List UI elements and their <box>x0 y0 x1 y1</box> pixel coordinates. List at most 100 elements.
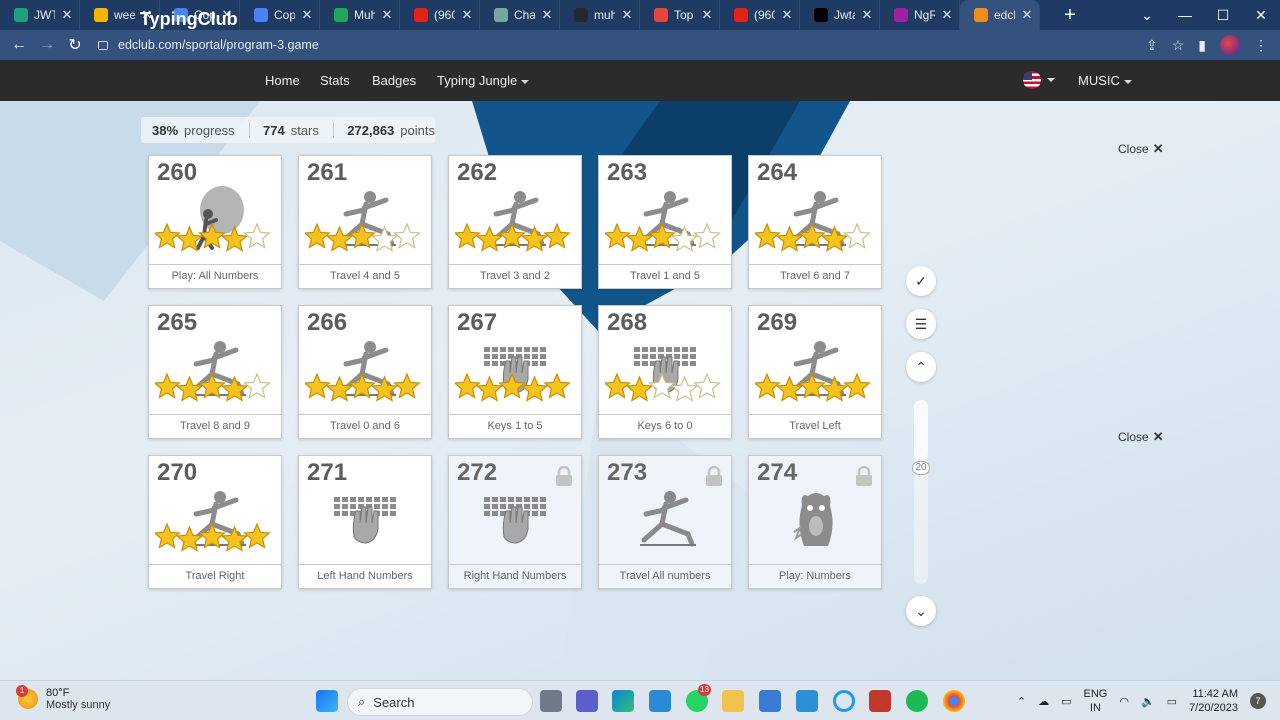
close-window-icon[interactable]: ✕ <box>1242 7 1280 24</box>
sidepanel-icon[interactable]: ▮ <box>1198 37 1206 54</box>
lesson-title: Left Hand Numbers <box>299 564 431 588</box>
scroll-down-button[interactable]: ⌄ <box>906 596 936 626</box>
nav-badges[interactable]: Badges <box>372 73 416 88</box>
music-menu[interactable]: MUSIC <box>1078 73 1132 88</box>
vscode-icon[interactable] <box>649 690 671 712</box>
close-button-top[interactable]: Close ✕ <box>1118 141 1164 157</box>
browser-tab[interactable]: Copy ✕ <box>240 0 320 30</box>
chrome-icon[interactable] <box>943 690 965 712</box>
notification-badge[interactable]: 7 <box>1250 693 1266 709</box>
check-circle-button[interactable]: ✓ <box>906 266 936 296</box>
spotify-icon[interactable] <box>906 690 928 712</box>
empty-star-icon <box>670 375 699 402</box>
forward-icon[interactable]: → <box>34 36 60 54</box>
language-indicator[interactable]: ENG IN <box>1084 687 1108 715</box>
volume-icon[interactable]: 🔈 <box>1141 695 1155 708</box>
lesson-card[interactable]: 270 Travel Right <box>148 455 282 589</box>
tab-close-icon[interactable]: ✕ <box>61 7 73 23</box>
browser-tab[interactable]: NgRx ✕ <box>880 0 960 30</box>
lesson-card[interactable]: 262 Travel 3 and 2 <box>448 155 582 289</box>
reload-icon[interactable]: ↻ <box>62 35 88 55</box>
star-rating <box>455 223 571 252</box>
brand-logo[interactable]: TypingClub <box>140 9 238 30</box>
app-l-icon[interactable] <box>796 690 818 712</box>
bookmark-star-icon[interactable]: ☆ <box>1172 37 1185 54</box>
share-icon[interactable]: ⇪ <box>1146 37 1158 54</box>
maximize-icon[interactable]: ☐ <box>1204 7 1242 24</box>
browser-tab[interactable]: muha ✕ <box>560 0 640 30</box>
store-icon[interactable] <box>759 690 781 712</box>
tab-close-icon[interactable]: ✕ <box>1021 7 1033 23</box>
tab-close-icon[interactable]: ✕ <box>301 7 313 23</box>
back-icon[interactable]: ← <box>6 36 32 54</box>
lesson-card[interactable]: 263 Travel 1 and 5 <box>598 155 732 289</box>
tab-close-icon[interactable]: ✕ <box>461 7 473 23</box>
lesson-card[interactable]: 260 Play: All Numbers <box>148 155 282 289</box>
lesson-card[interactable]: 271 Left Hand Numbers <box>298 455 432 589</box>
nav-stats[interactable]: Stats <box>320 73 350 88</box>
cloud-icon[interactable]: ☁ <box>1038 695 1049 708</box>
browser-tab[interactable]: Jwtap ✕ <box>800 0 880 30</box>
app-red-icon[interactable] <box>869 690 891 712</box>
lesson-title: Play: Numbers <box>749 564 881 588</box>
browser-tab[interactable]: edclul ✕ <box>960 0 1040 30</box>
windows-start-icon[interactable] <box>316 690 338 712</box>
lesson-card[interactable]: 264 Travel 6 and 7 <box>748 155 882 289</box>
tab-close-icon[interactable]: ✕ <box>621 7 633 23</box>
points-count: 272,863 <box>347 122 395 138</box>
lesson-card[interactable]: 265 Travel 8 and 9 <box>148 305 282 439</box>
new-tab-icon[interactable]: + <box>1058 4 1082 27</box>
tab-close-icon[interactable]: ✕ <box>701 7 713 23</box>
filled-star-icon <box>820 225 849 252</box>
taskbar-search[interactable]: ⌕ Search <box>347 688 533 716</box>
scroll-thumb[interactable] <box>914 400 928 460</box>
tab-close-icon[interactable]: ✕ <box>781 7 793 23</box>
clock[interactable]: 11:42 AM 7/20/2023 <box>1189 687 1238 715</box>
browser-tab[interactable]: Top A ✕ <box>640 0 720 30</box>
display-icon[interactable]: ▭ <box>1061 695 1071 708</box>
browser-tab[interactable]: JWT D ✕ <box>0 0 80 30</box>
nav-home[interactable]: Home <box>265 73 300 88</box>
filled-star-icon <box>455 223 481 249</box>
scroll-up-button[interactable]: ⌃ <box>906 352 936 382</box>
lesson-card[interactable]: 273 Travel All numbers <box>598 455 732 589</box>
search-label: Search <box>373 694 415 710</box>
url-field[interactable]: edclub.com/sportal/program-3.game <box>92 32 1192 58</box>
tab-close-icon[interactable]: ✕ <box>381 7 393 23</box>
profile-avatar[interactable] <box>1220 35 1240 55</box>
teams-icon[interactable] <box>576 690 598 712</box>
chevron-down-icon[interactable] <box>1047 78 1055 82</box>
star-rating <box>305 223 421 252</box>
weather-widget[interactable]: 1 80°F Mostly sunny <box>16 685 110 711</box>
minimize-icon[interactable]: — <box>1166 7 1204 23</box>
tab-close-icon[interactable]: ✕ <box>861 7 873 23</box>
lesson-card[interactable]: 267 Keys 1 to 5 <box>448 305 582 439</box>
file-explorer-icon[interactable] <box>722 690 744 712</box>
tab-close-icon[interactable]: ✕ <box>941 7 953 23</box>
cortana-icon[interactable] <box>833 690 855 712</box>
edge-icon[interactable] <box>612 690 634 712</box>
close-button-middle[interactable]: Close ✕ <box>1118 429 1164 445</box>
browser-tab[interactable]: (960) ✕ <box>720 0 800 30</box>
browser-tab[interactable]: (960) ✕ <box>400 0 480 30</box>
us-flag-icon[interactable] <box>1023 71 1041 89</box>
menu-button[interactable]: ☰ <box>906 309 936 339</box>
lesson-card[interactable]: 272 Right Hand Numbers <box>448 455 582 589</box>
wifi-icon[interactable]: ◠ <box>1119 695 1129 708</box>
browser-tab[interactable]: ChatG ✕ <box>480 0 560 30</box>
menu-dots-icon[interactable]: ⋮ <box>1254 37 1268 54</box>
chevron-up-icon[interactable]: ⌃ <box>1017 695 1026 708</box>
lesson-card[interactable]: 268 Keys 6 to 0 <box>598 305 732 439</box>
lesson-card[interactable]: 269 Travel Left <box>748 305 882 439</box>
windows-taskbar: 1 80°F Mostly sunny ⌕ Search 13 ⌃ ☁ ▭ EN… <box>0 680 1280 720</box>
lesson-card[interactable]: 274 Play: Numbers <box>748 455 882 589</box>
tab-close-icon[interactable]: ✕ <box>541 7 553 23</box>
browser-tab[interactable]: Muha ✕ <box>320 0 400 30</box>
tab-search-icon[interactable]: ⌄ <box>1128 7 1166 24</box>
nav-typing-jungle[interactable]: Typing Jungle <box>437 73 530 88</box>
task-view-icon[interactable] <box>540 690 562 712</box>
whatsapp-icon[interactable]: 13 <box>686 684 711 712</box>
battery-icon[interactable]: ▭ <box>1167 695 1177 708</box>
lesson-card[interactable]: 266 Travel 0 and 6 <box>298 305 432 439</box>
lesson-card[interactable]: 261 Travel 4 and 5 <box>298 155 432 289</box>
